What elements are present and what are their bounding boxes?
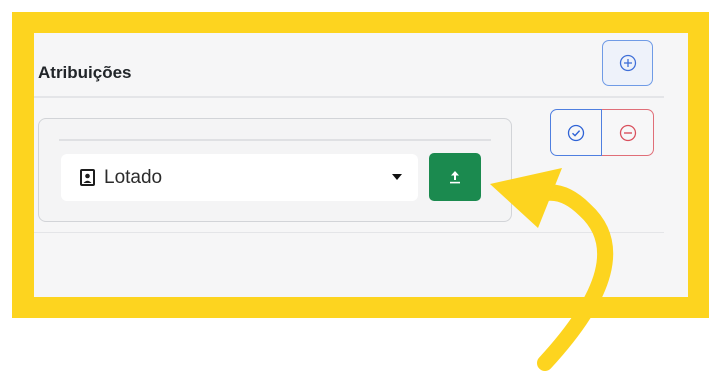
footer-divider [34, 232, 664, 233]
card-divider [59, 139, 491, 141]
row-action-group [550, 109, 655, 156]
minus-circle-icon [619, 124, 636, 141]
caret-down-icon [392, 174, 402, 180]
confirm-button[interactable] [550, 109, 602, 156]
assignment-select[interactable]: Lotado [61, 154, 418, 201]
add-assignment-button[interactable] [602, 40, 653, 86]
upload-button[interactable] [429, 153, 481, 201]
remove-button[interactable] [602, 109, 654, 156]
section-title: Atribuições [38, 63, 132, 82]
header-divider [34, 96, 664, 98]
assignment-card: Lotado [38, 118, 512, 222]
selected-value: Lotado [104, 166, 163, 188]
badge-icon [79, 168, 96, 187]
plus-circle-icon [619, 54, 636, 72]
check-circle-icon [567, 124, 585, 141]
upload-icon [450, 171, 460, 184]
